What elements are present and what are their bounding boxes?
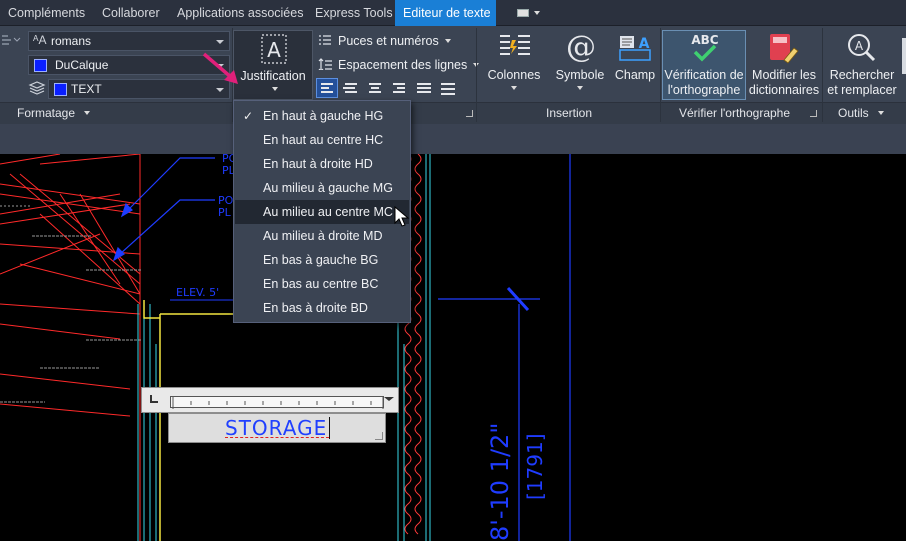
menu-item-bg[interactable]: En bas à gauche BG	[235, 248, 409, 272]
svg-text:ABC: ABC	[691, 33, 718, 47]
line-spacing-icon	[318, 58, 332, 70]
spell-check-label-1: Vérification de	[664, 68, 744, 82]
color-swatch	[34, 59, 47, 72]
dictionary-icon	[770, 34, 799, 64]
svg-text:A: A	[639, 36, 650, 52]
justification-label: Justification	[240, 69, 306, 83]
spelling-underline	[225, 437, 329, 438]
field-icon: A	[619, 36, 651, 61]
ruler-track[interactable]	[170, 396, 384, 409]
workspace-toggle-icon[interactable]	[512, 6, 542, 20]
align-center-button[interactable]	[340, 78, 362, 98]
text-ruler[interactable]	[141, 387, 399, 413]
font-value: romans	[51, 34, 92, 48]
tab-collaborer[interactable]: Collaborer	[94, 0, 168, 26]
panel-separator	[476, 28, 477, 122]
align-justify-button[interactable]	[412, 78, 434, 98]
columns-label: Colonnes	[487, 68, 541, 82]
tab-complements[interactable]: Compléments	[0, 0, 93, 26]
paragraph-dialog-launcher-icon[interactable]	[466, 110, 473, 117]
color-value: DuCalque	[55, 58, 109, 72]
edit-dictionaries-button[interactable]: Modifier les dictionnaires	[748, 30, 820, 100]
pointer-arrow-icon	[202, 52, 238, 84]
align-left-button[interactable]	[316, 78, 338, 98]
ruler-width-handle-icon[interactable]	[384, 397, 394, 401]
panel-label-tools[interactable]: Outils	[838, 105, 885, 121]
text-cursor	[329, 417, 330, 439]
cad-drawing: PO PL PO PL ELEV. 5' 8'-10 1/2" [1791]	[0, 154, 571, 541]
ribbon-tab-bar: Compléments Collaborer Applications asso…	[0, 0, 906, 26]
field-button[interactable]: A Champ	[612, 30, 658, 100]
find-replace-button[interactable]: A Rechercher et remplacer	[826, 30, 898, 100]
justification-menu: ✓ En haut à gauche HG En haut au centre H…	[233, 100, 411, 323]
tab-applications-associees[interactable]: Applications associées	[169, 0, 311, 26]
at-symbol-icon: @	[566, 30, 596, 65]
justification-icon: A	[261, 34, 287, 64]
align-right-button[interactable]	[388, 78, 410, 98]
chevron-down-icon	[84, 111, 91, 115]
tab-stop-icon[interactable]	[150, 395, 158, 403]
drawing-label-pl-2: PL	[218, 206, 232, 219]
edit-dictionaries-label-2: dictionnaires	[748, 83, 820, 97]
ribbon-bottom-strip	[0, 124, 906, 154]
panel-separator	[660, 28, 661, 122]
columns-button[interactable]: Colonnes	[486, 30, 542, 100]
menu-item-mg[interactable]: Au milieu à gauche MG	[235, 176, 409, 200]
svg-text:A: A	[267, 38, 281, 62]
panel-label-formatage[interactable]: Formatage	[17, 105, 91, 121]
bullets-button[interactable]: Puces et numéros	[318, 32, 451, 50]
chevron-down-icon	[878, 111, 885, 115]
layer-color-swatch	[54, 83, 67, 96]
tab-express-tools[interactable]: Express Tools	[307, 0, 401, 26]
panel-separator	[822, 28, 823, 122]
menu-item-hc[interactable]: En haut au centre HC	[235, 128, 409, 152]
menu-item-hd[interactable]: En haut à droite HD	[235, 152, 409, 176]
spell-check-label-2: l'orthographe	[667, 83, 741, 97]
align-middle-button[interactable]	[364, 78, 386, 98]
layers-icon	[28, 81, 46, 97]
field-label: Champ	[614, 68, 656, 82]
chevron-down-icon	[577, 86, 583, 90]
menu-item-hg[interactable]: ✓ En haut à gauche HG	[235, 104, 409, 128]
bullets-icon	[319, 35, 331, 45]
chevron-down-icon	[511, 86, 517, 90]
find-replace-label-1: Rechercher	[829, 68, 895, 82]
dimension-mm-label: [1791]	[523, 433, 547, 500]
ribbon-overflow-edge	[902, 38, 906, 74]
symbol-label: Symbole	[555, 68, 605, 82]
elevation-label: ELEV. 5'	[176, 286, 219, 299]
columns-icon	[500, 35, 530, 55]
edit-dictionaries-label-1: Modifier les	[752, 68, 816, 82]
chevron-down-icon	[216, 88, 224, 92]
drawing-area[interactable]: PO PL PO PL ELEV. 5' 8'-10 1/2" [1791] S…	[0, 154, 906, 541]
line-spacing-button[interactable]: Espacement des lignes	[318, 56, 480, 74]
spelling-dialog-launcher-icon[interactable]	[810, 110, 817, 117]
text-edit-box[interactable]: STORAGE	[168, 413, 386, 443]
mouse-cursor-icon	[394, 206, 410, 227]
menu-item-mc[interactable]: Au milieu au centre MC	[235, 200, 409, 224]
justification-button[interactable]: A Justification	[233, 30, 313, 100]
menu-item-bc[interactable]: En bas au centre BC	[235, 272, 409, 296]
tab-editeur-de-texte[interactable]: Editeur de texte	[395, 0, 496, 26]
check-icon: ✓	[243, 109, 254, 123]
symbol-button[interactable]: @ Symbole	[552, 30, 608, 100]
panel-label-insertion: Insertion	[546, 106, 593, 120]
panel-label-spelling: Vérifier l'orthographe	[679, 106, 791, 120]
dimension-label: 8'-10 1/2"	[486, 423, 514, 541]
menu-item-md[interactable]: Au milieu à droite MD	[235, 224, 409, 248]
find-replace-label-2: et remplacer	[827, 83, 897, 97]
font-icon: ᴬA	[33, 33, 47, 47]
chevron-down-icon	[272, 87, 278, 91]
menu-item-bd[interactable]: En bas à droite BD	[235, 296, 409, 320]
chevron-down-icon	[444, 39, 451, 43]
spell-check-icon: ABC	[691, 33, 719, 62]
resize-grip-icon[interactable]	[375, 432, 383, 440]
find-replace-icon: A	[848, 34, 876, 62]
layer-value: TEXT	[71, 82, 102, 96]
align-distributed-button[interactable]	[436, 78, 458, 98]
spell-check-button[interactable]: ABC Vérification de l'orthographe	[662, 30, 746, 100]
chevron-down-icon	[216, 40, 224, 44]
svg-text:A: A	[855, 39, 864, 53]
style-icon[interactable]	[0, 33, 22, 47]
